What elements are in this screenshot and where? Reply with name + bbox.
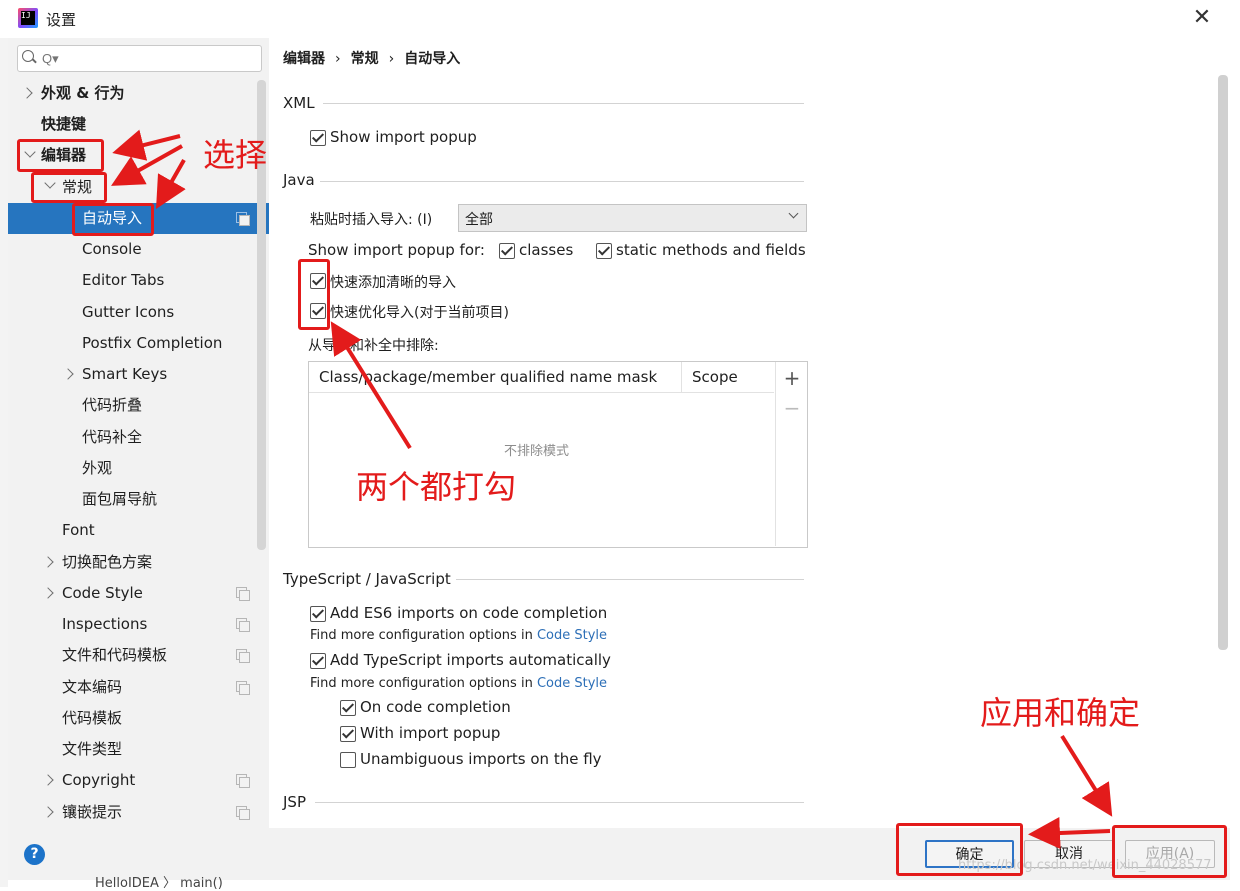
annotation-arrows	[111, 129, 1113, 850]
arrow-to-editor	[112, 129, 181, 161]
arrow-to-checkboxes	[330, 321, 412, 450]
arrow-to-auto-import	[156, 159, 186, 209]
arrow-to-ok	[1028, 817, 1111, 850]
arrow-to-apply	[1060, 734, 1113, 817]
